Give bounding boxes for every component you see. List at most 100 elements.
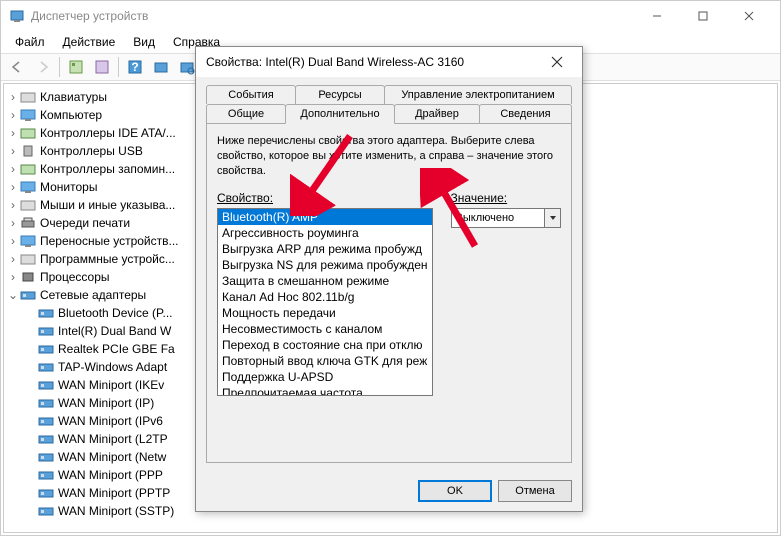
device-category-icon — [20, 125, 36, 141]
back-button[interactable] — [5, 55, 29, 79]
expand-icon[interactable]: › — [6, 180, 20, 194]
dialog-close-button[interactable] — [542, 47, 572, 77]
tree-label: Сетевые адаптеры — [40, 288, 146, 302]
close-button[interactable] — [726, 1, 772, 31]
tab-power[interactable]: Управление электропитанием — [384, 85, 572, 104]
property-option[interactable]: Защита в смешанном режиме — [218, 273, 432, 289]
property-option[interactable]: Предпочитаемая частота — [218, 385, 432, 396]
network-adapter-icon — [38, 305, 54, 321]
tree-label: Bluetooth Device (P... — [58, 306, 173, 320]
tree-label: WAN Miniport (IKEv — [58, 378, 164, 392]
properties-dialog: Свойства: Intel(R) Dual Band Wireless-AC… — [195, 46, 583, 512]
network-adapter-icon — [38, 467, 54, 483]
dialog-buttons: OK Отмена — [196, 471, 582, 511]
tree-label: Intel(R) Dual Band W — [58, 324, 171, 338]
network-adapter-icon — [38, 359, 54, 375]
value-combobox[interactable]: Выключено — [451, 208, 561, 228]
tree-item[interactable]: WAN Miniport (IKEv — [24, 376, 175, 394]
toolbar-icon-2[interactable] — [90, 55, 114, 79]
device-category-icon — [20, 161, 36, 177]
property-option[interactable]: Агрессивность роуминга — [218, 225, 432, 241]
device-category-icon — [20, 215, 36, 231]
network-adapter-icon — [38, 503, 54, 519]
network-adapter-icon — [38, 431, 54, 447]
property-option[interactable]: Поддержка U-APSD — [218, 369, 432, 385]
device-category-icon — [20, 269, 36, 285]
tab-row-2: Общие Дополнительно Драйвер Сведения — [206, 104, 572, 123]
device-category-icon — [20, 107, 36, 123]
tree-label: Клавиатуры — [40, 90, 107, 104]
maximize-button[interactable] — [680, 1, 726, 31]
tree-label: WAN Miniport (PPTP — [58, 486, 170, 500]
menu-action[interactable]: Действие — [55, 33, 124, 51]
tree-item[interactable]: Realtek PCIe GBE Fa — [24, 340, 175, 358]
network-adapter-icon — [38, 413, 54, 429]
network-adapters-icon — [20, 287, 36, 303]
tree-label: Очереди печати — [40, 216, 130, 230]
tree-label: WAN Miniport (PPP — [58, 468, 163, 482]
expand-icon[interactable]: › — [6, 144, 20, 158]
property-option[interactable]: Мощность передачи — [218, 305, 432, 321]
tree-item[interactable]: WAN Miniport (PPP — [24, 466, 175, 484]
expand-icon[interactable]: › — [6, 162, 20, 176]
expand-icon[interactable]: › — [6, 108, 20, 122]
dialog-title: Свойства: Intel(R) Dual Band Wireless-AC… — [206, 55, 542, 69]
forward-button[interactable] — [31, 55, 55, 79]
tree-item[interactable]: WAN Miniport (IPv6 — [24, 412, 175, 430]
tree-item[interactable]: WAN Miniport (SSTP) — [24, 502, 175, 520]
tree-item[interactable]: WAN Miniport (L2TP — [24, 430, 175, 448]
ok-button[interactable]: OK — [418, 480, 492, 502]
expand-icon[interactable]: › — [6, 198, 20, 212]
window-controls — [634, 1, 772, 31]
dialog-body: События Ресурсы Управление электропитани… — [196, 77, 582, 471]
tree-label: Мыши и иные указыва... — [40, 198, 175, 212]
property-option[interactable]: Несовместимость с каналом — [218, 321, 432, 337]
tree-item[interactable]: TAP-Windows Adapt — [24, 358, 175, 376]
titlebar: Диспетчер устройств — [1, 1, 780, 31]
menu-file[interactable]: Файл — [7, 33, 53, 51]
property-option[interactable]: Повторный ввод ключа GTK для реж — [218, 353, 432, 369]
expand-icon[interactable]: › — [6, 234, 20, 248]
property-listbox[interactable]: Bluetooth(R) AMPАгрессивность роумингаВы… — [217, 208, 433, 396]
tab-driver[interactable]: Драйвер — [394, 104, 480, 123]
property-option[interactable]: Канал Ad Hoc 802.11b/g — [218, 289, 432, 305]
help-icon[interactable]: ? — [123, 55, 147, 79]
property-option[interactable]: Выгрузка ARP для режима пробужд — [218, 241, 432, 257]
property-option[interactable]: Переход в состояние сна при отклю — [218, 337, 432, 353]
network-adapter-icon — [38, 341, 54, 357]
device-category-icon — [20, 143, 36, 159]
device-category-icon — [20, 179, 36, 195]
device-category-icon — [20, 89, 36, 105]
tab-advanced[interactable]: Дополнительно — [285, 104, 395, 124]
tree-item[interactable]: WAN Miniport (IP) — [24, 394, 175, 412]
tree-item[interactable]: Intel(R) Dual Band W — [24, 322, 175, 340]
tab-events[interactable]: События — [206, 85, 296, 104]
expand-icon[interactable]: › — [6, 216, 20, 230]
network-adapter-icon — [38, 449, 54, 465]
tree-item[interactable]: WAN Miniport (Netw — [24, 448, 175, 466]
toolbar-icon-1[interactable] — [64, 55, 88, 79]
network-adapter-icon — [38, 485, 54, 501]
menu-view[interactable]: Вид — [125, 33, 163, 51]
tab-general[interactable]: Общие — [206, 104, 286, 123]
tree-label: Контроллеры запомин... — [40, 162, 175, 176]
property-option[interactable]: Bluetooth(R) AMP — [218, 209, 432, 225]
tab-details[interactable]: Сведения — [479, 104, 572, 123]
collapse-icon[interactable]: ⌄ — [6, 288, 20, 302]
tree-label: WAN Miniport (Netw — [58, 450, 166, 464]
tree-label: WAN Miniport (SSTP) — [58, 504, 174, 518]
tree-item[interactable]: WAN Miniport (PPTP — [24, 484, 175, 502]
tab-resources[interactable]: Ресурсы — [295, 85, 385, 104]
expand-icon[interactable]: › — [6, 126, 20, 140]
device-category-icon — [20, 233, 36, 249]
cancel-button[interactable]: Отмена — [498, 480, 572, 502]
refresh-icon[interactable] — [149, 55, 173, 79]
svg-text:?: ? — [131, 60, 138, 74]
expand-icon[interactable]: › — [6, 90, 20, 104]
dropdown-arrow-icon[interactable] — [544, 209, 560, 227]
tree-item[interactable]: Bluetooth Device (P... — [24, 304, 175, 322]
expand-icon[interactable]: › — [6, 270, 20, 284]
expand-icon[interactable]: › — [6, 252, 20, 266]
minimize-button[interactable] — [634, 1, 680, 31]
property-option[interactable]: Выгрузка NS для режима пробужден — [218, 257, 432, 273]
